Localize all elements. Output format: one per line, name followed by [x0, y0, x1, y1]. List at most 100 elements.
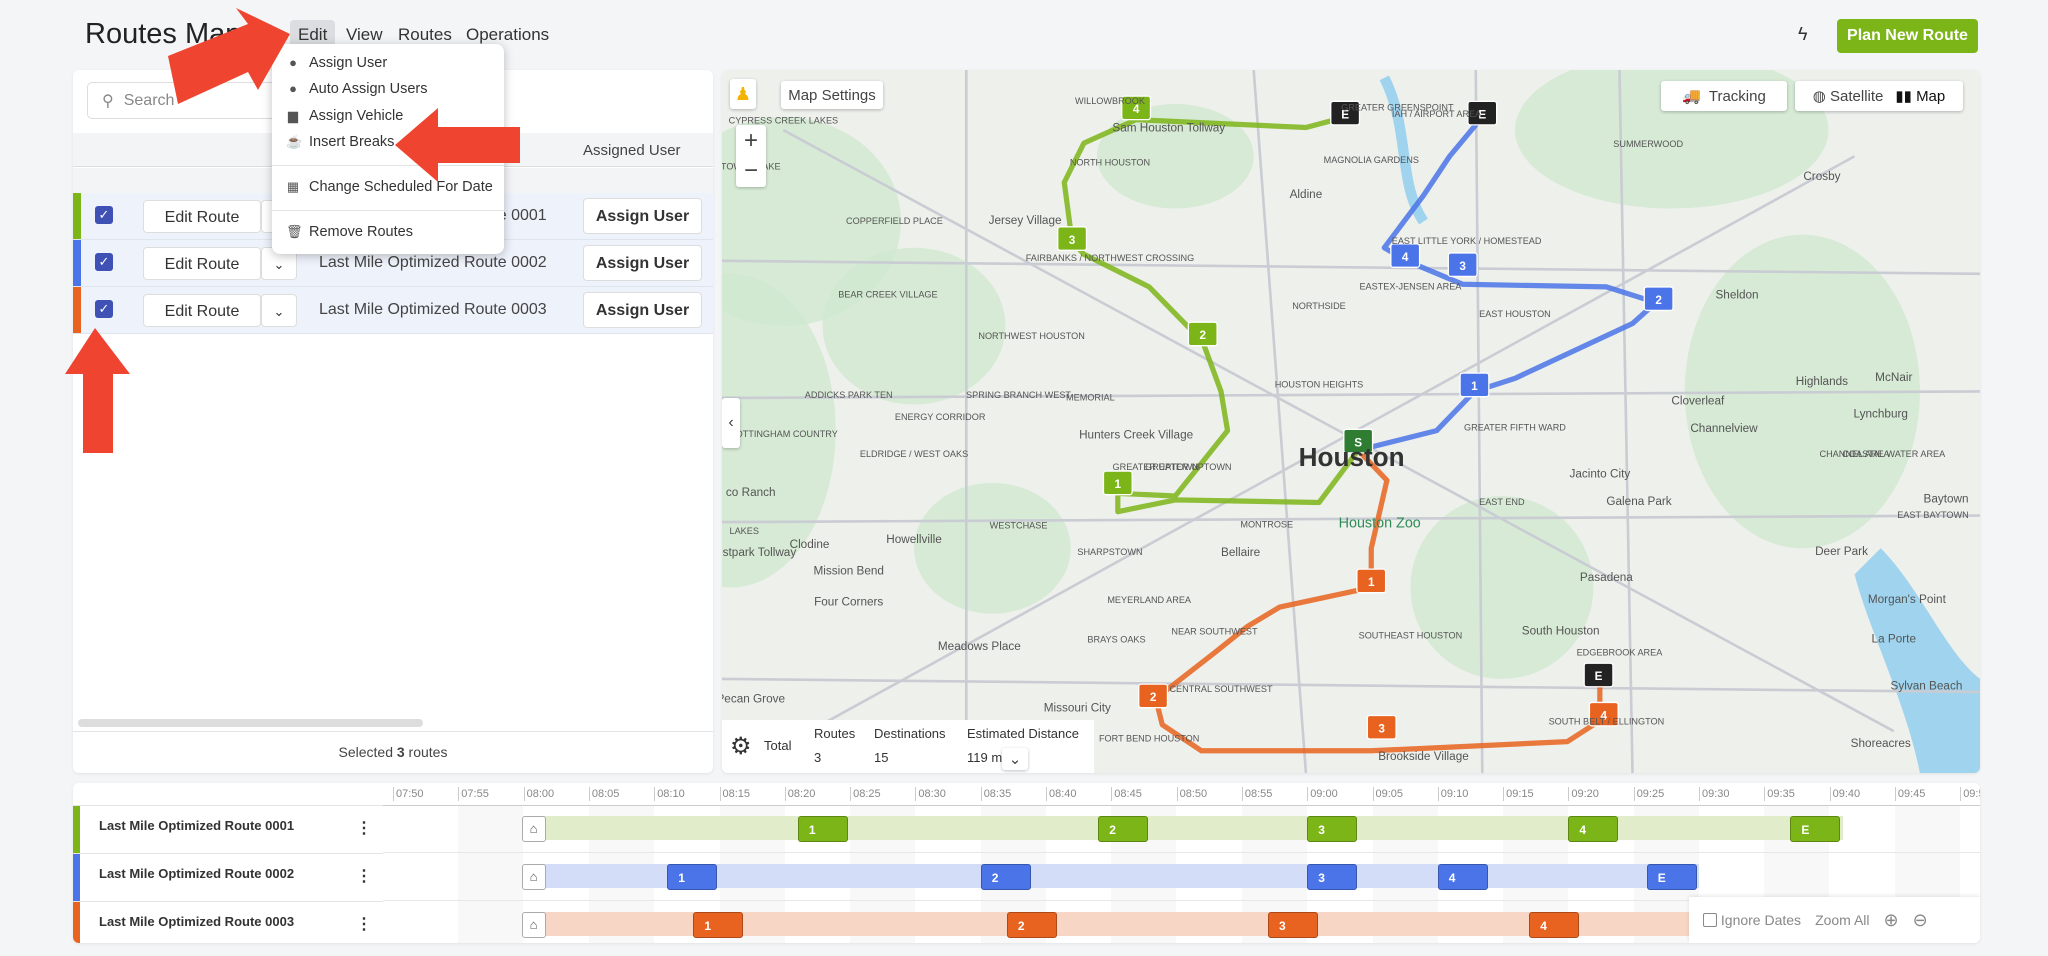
route-color-strip [73, 854, 80, 902]
map-place-label: BRAYS OAKS [1087, 634, 1145, 644]
map-place-label: SOUTH BELT / ELLINGTON [1549, 717, 1665, 727]
more-options-icon[interactable]: ⋮ [356, 914, 372, 934]
zoom-out-button[interactable]: − [744, 157, 758, 185]
timeline-stop[interactable]: 2 [1006, 912, 1057, 938]
city-label: Houston [1299, 442, 1405, 472]
map-place-label: Highlands [1796, 375, 1848, 388]
map-place-label: Mission Bend [813, 564, 884, 577]
timeline-route-name: Last Mile Optimized Route 0002 [99, 866, 295, 881]
user-icon: ● [289, 81, 297, 96]
timeline-stop[interactable]: 4 [1529, 912, 1580, 938]
stats-total-label: Total [764, 738, 792, 753]
map-place-label: NEAR SOUTHWEST [1171, 626, 1258, 636]
home-icon[interactable]: ⌂ [521, 864, 546, 890]
map-place-label: Channelview [1690, 422, 1758, 435]
map-settings-button[interactable]: Map Settings [781, 81, 883, 109]
timeline-stop[interactable]: 1 [693, 912, 744, 938]
plan-new-route-button[interactable]: Plan New Route [1837, 19, 1978, 53]
map-view[interactable]: 4 3 2 1 S E E 4 3 2 1 1 2 3 4 E Houston Houston Zoo WILLOW… [722, 70, 1980, 773]
more-options-icon[interactable]: ⋮ [356, 818, 372, 838]
horizontal-scrollbar[interactable] [78, 719, 423, 727]
timeline-stop[interactable]: 2 [1098, 816, 1149, 842]
expand-stats-chevron-icon[interactable]: ⌄ [1002, 748, 1028, 770]
route-name: Last Mile Optimized Route 0003 [319, 301, 547, 318]
map-place-label: COPPERFIELD PLACE [846, 216, 943, 226]
map-place-label: Hunters Creek Village [1079, 428, 1194, 441]
map-place-label: Baytown [1923, 493, 1968, 506]
menu-item-insert-breaks[interactable]: ☕ Insert Breaks [286, 134, 394, 150]
map-place-label: WILLOWBROOK [1075, 96, 1145, 106]
zoom-in-icon[interactable]: ⊕ [1884, 910, 1899, 931]
ignore-dates-checkbox[interactable]: Ignore Dates [1703, 912, 1801, 928]
more-options-icon[interactable]: ⋮ [356, 866, 372, 886]
zoom-in-button[interactable]: + [744, 127, 758, 155]
map-place-label: EAST BAYTOWN [1897, 510, 1968, 520]
timeline-stop[interactable]: 4 [1568, 816, 1619, 842]
bolt-icon[interactable]: ϟ [1798, 24, 1808, 45]
tracking-button[interactable]: 🚚 Tracking [1661, 81, 1787, 111]
divider [73, 731, 713, 732]
street-view-pegman-icon[interactable]: ♟ [730, 79, 756, 109]
route-checkbox[interactable]: ✓ [95, 253, 113, 271]
map-place-label: Cloverleaf [1671, 395, 1725, 408]
map-canvas[interactable]: 4321SE E43211234EHoustonHouston ZooWILLOW… [722, 70, 1980, 773]
zoom-out-icon[interactable]: ⊖ [1913, 910, 1928, 931]
collapse-panel-chevron-icon[interactable]: ‹ [722, 398, 740, 448]
timeline-stop[interactable]: E [1646, 864, 1697, 890]
timeline-stop[interactable]: 1 [797, 816, 848, 842]
map-place-label: Meadows Place [938, 640, 1021, 653]
edit-route-button[interactable]: Edit Route [143, 247, 261, 280]
timeline-stop[interactable]: 3 [1268, 912, 1319, 938]
menu-item-assign-vehicle[interactable]: ▆ Assign Vehicle [286, 108, 403, 124]
stats-distance-label: Estimated Distance [967, 726, 1079, 741]
edit-route-button[interactable]: Edit Route [143, 200, 261, 233]
timeline-stop[interactable]: 1 [667, 864, 718, 890]
menu-item-assign-user[interactable]: ● Assign User [286, 55, 387, 71]
route-stop-label: 2 [1199, 329, 1206, 342]
timeline-panel: 07:50 07:55 08:00 08:05 08:10 08:15 08:20 08:25… [73, 783, 1980, 943]
edit-route-button[interactable]: Edit Route [143, 294, 261, 327]
map-place-label: Deer Park [1815, 545, 1868, 558]
timeline-stop[interactable]: E [1790, 816, 1841, 842]
route-color-strip [73, 806, 80, 854]
route-stop-label: 1 [1368, 576, 1375, 589]
zoom-all-button[interactable]: Zoom All [1815, 912, 1869, 928]
satellite-button[interactable]: ◍ Satellite [1813, 87, 1884, 105]
timeline-tick: 08:45 [1111, 787, 1142, 801]
page-title: Routes Map [85, 18, 242, 50]
route-checkbox[interactable]: ✓ [95, 206, 113, 224]
timeline-stop[interactable]: 3 [1307, 816, 1358, 842]
zoo-label: Houston Zoo [1339, 515, 1421, 531]
map-place-label: Sylvan Beach [1891, 679, 1963, 692]
column-assigned-user: Assigned User [583, 142, 681, 159]
timeline-stop[interactable]: 3 [1307, 864, 1358, 890]
map-place-label: EDGEBROOK AREA [1577, 647, 1664, 657]
stats-routes-value: 3 [814, 750, 822, 765]
route-checkbox[interactable]: ✓ [95, 300, 113, 318]
map-place-label: SOUTHEAST HOUSTON [1359, 630, 1463, 640]
menu-item-remove-routes[interactable]: 🗑 Remove Routes [286, 224, 413, 240]
map-place-label: CENTRAL SOUTHWEST [1169, 684, 1272, 694]
timeline-stop[interactable]: 2 [980, 864, 1031, 890]
map-button[interactable]: ▮▮ Map [1895, 87, 1945, 105]
map-place-label: Howellville [886, 533, 942, 546]
menu-item-change-scheduled-date[interactable]: ▦ Change Scheduled For Date [286, 179, 493, 195]
route-options-chevron-icon[interactable]: ⌄ [261, 294, 297, 327]
stats-routes-label: Routes [814, 726, 856, 741]
menu-item-auto-assign-users[interactable]: ● Auto Assign Users [286, 81, 427, 97]
user-icon: ● [289, 55, 297, 70]
home-icon[interactable]: ⌂ [521, 816, 546, 842]
map-place-label: Bellaire [1221, 546, 1261, 559]
timeline-stop[interactable]: 4 [1437, 864, 1488, 890]
route-row[interactable]: ✓ Edit Route ⌄ Last Mile Optimized Route… [73, 287, 713, 334]
timeline-route-label: Last Mile Optimized Route 0001 ⋮ [73, 805, 383, 854]
assign-user-button[interactable]: Assign User [583, 245, 702, 281]
assign-user-button[interactable]: Assign User [583, 292, 702, 328]
route-stop-label: 2 [1655, 294, 1662, 307]
assign-user-button[interactable]: Assign User [583, 198, 702, 234]
gear-icon[interactable]: ⚙ [730, 732, 752, 761]
home-icon[interactable]: ⌂ [521, 912, 546, 938]
map-place-label: CHANNEL AREA [1820, 449, 1891, 459]
map-place-label: Brookside Village [1378, 750, 1469, 763]
route-stop-label: E [1595, 670, 1603, 683]
